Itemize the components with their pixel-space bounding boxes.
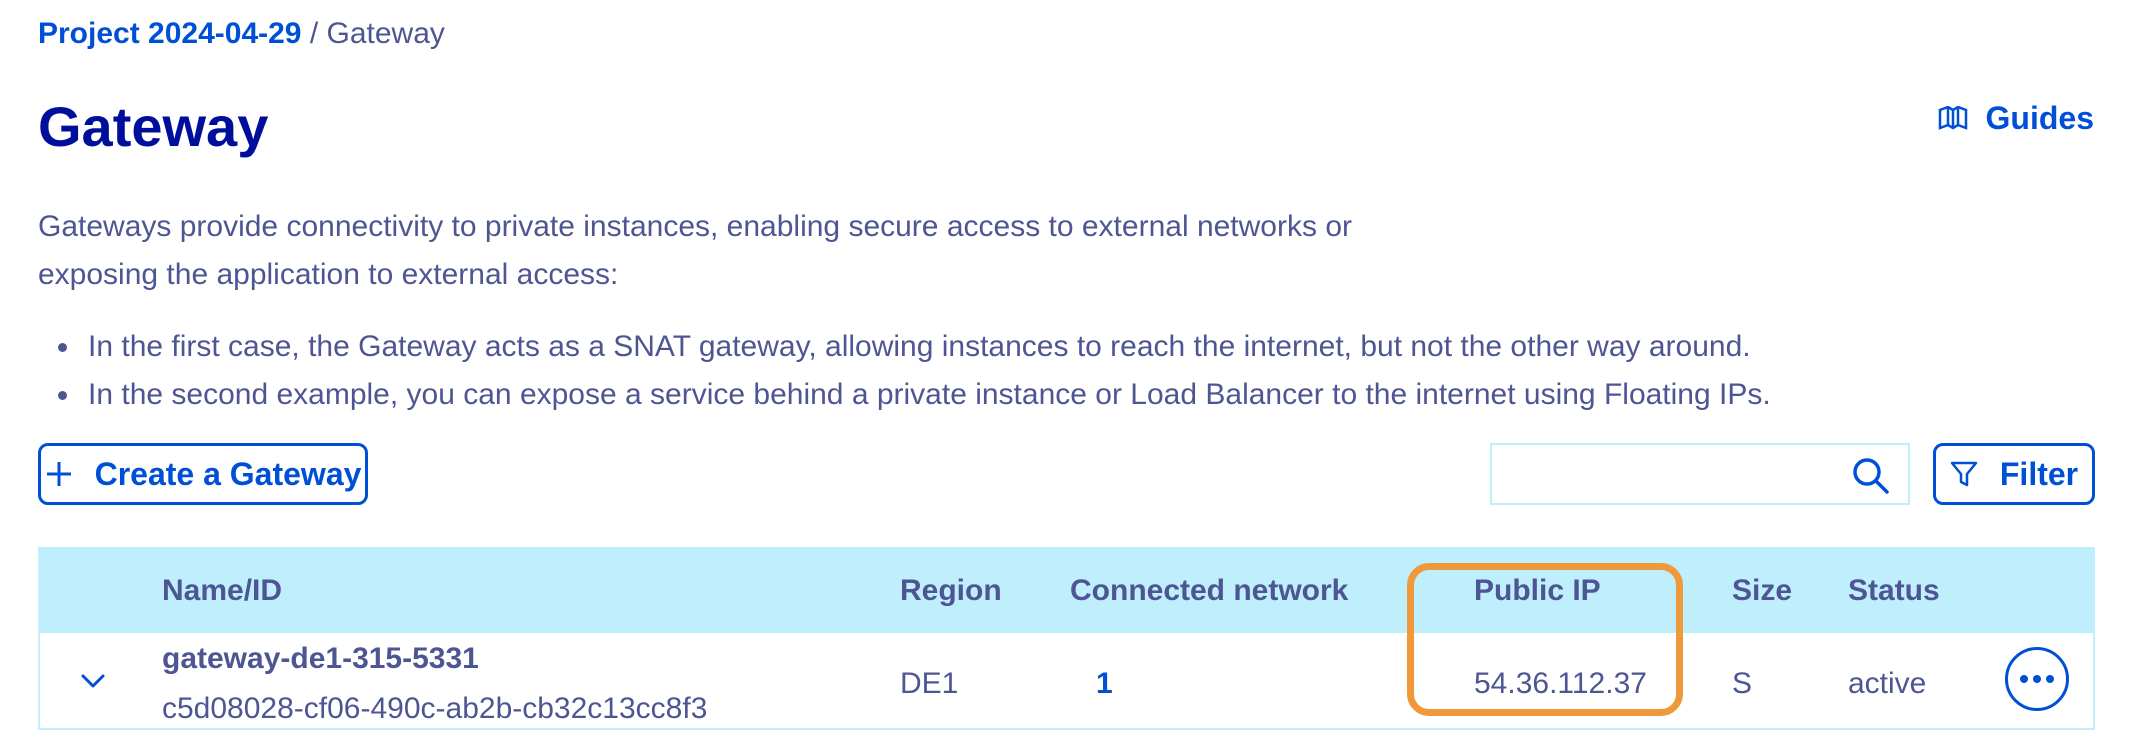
search-icon[interactable] bbox=[1852, 457, 1890, 495]
guides-label: Guides bbox=[1985, 100, 2094, 136]
more-dot bbox=[2046, 675, 2054, 683]
column-header-region[interactable]: Region bbox=[900, 569, 1002, 613]
intro-bullets: In the first case, the Gateway acts as a… bbox=[38, 323, 1938, 419]
row-actions-button[interactable] bbox=[2005, 647, 2069, 711]
guides-link[interactable]: Guides bbox=[1938, 100, 2094, 137]
chevron-down-icon[interactable] bbox=[80, 672, 106, 690]
breadcrumb-project-link[interactable]: Project 2024-04-29 bbox=[38, 17, 302, 50]
breadcrumb: Project 2024-04-29 / Gateway bbox=[38, 14, 445, 54]
intro-text: Gateways provide connectivity to private… bbox=[38, 210, 1352, 291]
gateway-public-ip: 54.36.112.37 bbox=[1474, 667, 1647, 700]
column-header-name[interactable]: Name/ID bbox=[162, 569, 282, 613]
filter-label: Filter bbox=[1999, 455, 2079, 492]
gateway-name: gateway-de1-315-5331 bbox=[162, 642, 479, 675]
more-dot bbox=[2033, 675, 2041, 683]
gateway-id: c5d08028-cf06-490c-ab2b-cb32c13cc8f3 bbox=[162, 692, 708, 725]
table-header: Name/ID Region Connected network Public … bbox=[40, 549, 2093, 633]
book-icon bbox=[1938, 105, 1967, 130]
search-field bbox=[1490, 443, 1910, 505]
plus-icon bbox=[46, 462, 71, 486]
filter-button[interactable]: Filter bbox=[1933, 443, 2095, 505]
column-header-status[interactable]: Status bbox=[1848, 569, 1940, 613]
page-title: Gateway bbox=[38, 95, 269, 158]
column-header-network[interactable]: Connected network bbox=[1070, 569, 1348, 613]
page: Project 2024-04-29 / Gateway Gateway Gui… bbox=[0, 0, 2134, 750]
breadcrumb-current: Gateway bbox=[326, 17, 445, 50]
column-header-size[interactable]: Size bbox=[1732, 569, 1792, 613]
gateway-table: Name/ID Region Connected network Public … bbox=[38, 547, 2095, 730]
breadcrumb-separator: / bbox=[301, 17, 327, 50]
more-horizontal-icon bbox=[2020, 675, 2028, 683]
intro-bullet: In the first case, the Gateway acts as a… bbox=[38, 323, 1938, 371]
create-gateway-label: Create a Gateway bbox=[94, 455, 362, 492]
gateway-region: DE1 bbox=[900, 667, 959, 700]
column-header-public-ip[interactable]: Public IP bbox=[1474, 569, 1601, 613]
create-gateway-button[interactable]: Create a Gateway bbox=[38, 443, 368, 505]
filter-icon bbox=[1950, 461, 1978, 487]
search-input[interactable] bbox=[1492, 445, 1852, 503]
connected-network-link[interactable]: 1 bbox=[1096, 662, 1113, 706]
intro-bullet: In the second example, you can expose a … bbox=[38, 371, 1938, 419]
gateway-size: S bbox=[1732, 667, 1753, 700]
gateway-status: active bbox=[1848, 667, 1927, 700]
